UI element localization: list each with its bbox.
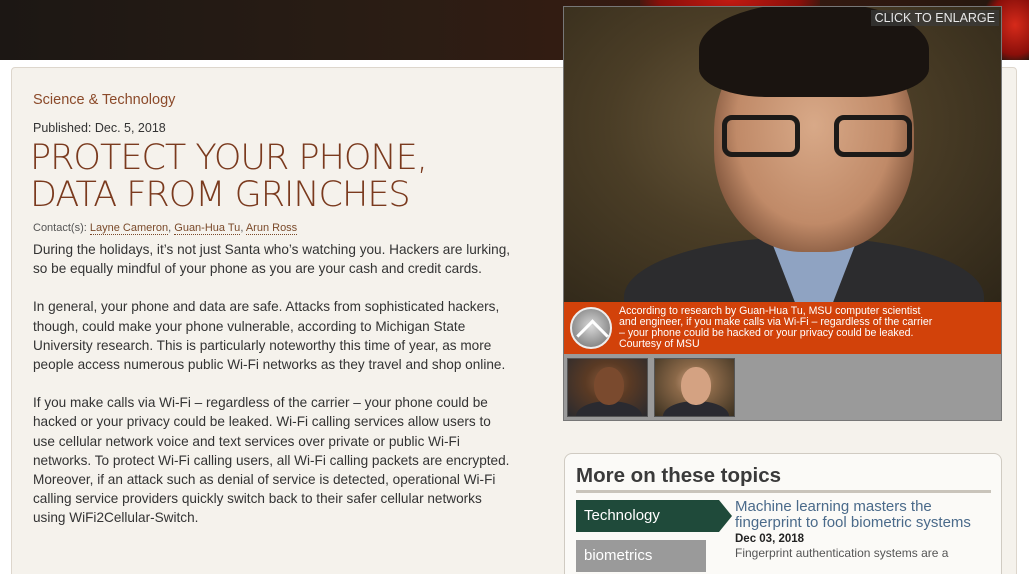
contact-link[interactable]: Guan-Hua Tu [174,222,241,235]
photo-gallery: CLICK TO ENLARGE According to research b… [563,6,1002,421]
article-paragraph: In general, your phone and data are safe… [33,299,506,373]
caption-credit: Courtesy of MSU [619,338,700,350]
contacts-label: Contact(s): [33,222,87,234]
article-paragraph: During the holidays, it’s not just Santa… [33,242,511,277]
photo-subject-glasses [722,115,912,160]
related-article-date: Dec 03, 2018 [735,533,805,545]
main-photo[interactable]: CLICK TO ENLARGE [564,7,1001,302]
related-article-link[interactable]: Machine learning masters the fingerprint… [735,499,995,531]
photo-thumbnail[interactable] [654,358,735,417]
contact-link[interactable]: Arun Ross [245,222,298,235]
related-article: Machine learning masters the fingerprint… [735,499,995,561]
caption-text: According to research by Guan-Hua Tu, MS… [619,306,979,350]
topic-tag-technology[interactable]: Technology [576,500,732,532]
headline-line-2: DATA FROM GRINCHES [30,175,411,215]
divider [576,490,991,493]
chevron-up-icon[interactable] [570,307,612,349]
related-topics-box: More on these topics Technology biometri… [564,453,1002,574]
article-category[interactable]: Science & Technology [33,92,175,108]
article-body: During the holidays, it’s not just Santa… [33,240,511,547]
related-article-excerpt: Fingerprint authentication systems are a [735,546,949,560]
photo-caption: According to research by Guan-Hua Tu, MS… [564,302,1001,354]
page-title: PROTECT YOUR PHONE, DATA FROM GRINCHES [30,140,500,214]
article-paragraph: If you make calls via Wi-Fi – regardless… [33,395,510,526]
topic-tag-biometrics[interactable]: biometrics [576,540,706,572]
contact-link[interactable]: Layne Cameron [89,222,169,235]
headline-line-1: PROTECT YOUR PHONE, [30,138,428,178]
photo-thumbnail[interactable] [567,358,648,417]
contacts: Contact(s): Layne Cameron, Guan-Hua Tu, … [33,222,298,235]
topics-title: More on these topics [576,464,782,487]
enlarge-button[interactable]: CLICK TO ENLARGE [870,10,999,26]
published-date: Published: Dec. 5, 2018 [33,121,166,135]
